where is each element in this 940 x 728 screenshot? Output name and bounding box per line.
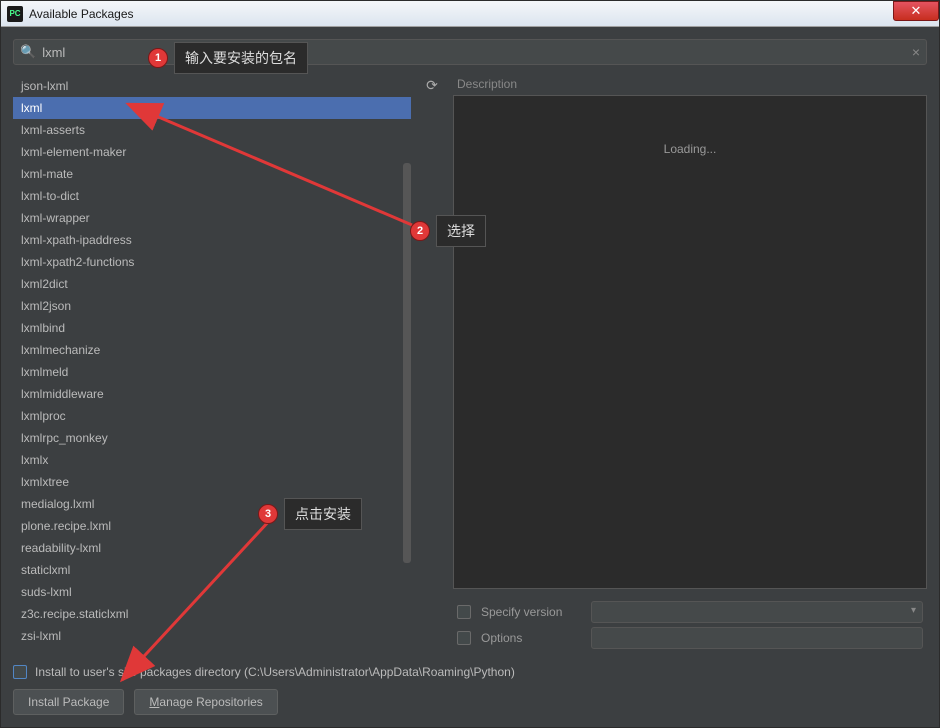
- search-icon: 🔍: [20, 44, 36, 60]
- scrollbar[interactable]: [403, 163, 411, 635]
- package-item[interactable]: lxmlx: [13, 449, 411, 471]
- package-item[interactable]: lxmlrpc_monkey: [13, 427, 411, 449]
- package-list[interactable]: json-lxmllxmllxml-assertslxml-element-ma…: [13, 75, 411, 651]
- clear-search-icon[interactable]: ×: [912, 44, 920, 60]
- package-item[interactable]: json-lxml: [13, 75, 411, 97]
- description-pane: Description Loading... Specify version ▾: [453, 75, 927, 651]
- chevron-down-icon: ▾: [911, 605, 916, 616]
- install-user-checkbox[interactable]: [13, 665, 27, 679]
- manage-rest: anage Repositories: [159, 695, 262, 709]
- search-input[interactable]: [42, 45, 912, 60]
- package-item[interactable]: suds-lxml: [13, 581, 411, 603]
- package-item[interactable]: medialog.lxml: [13, 493, 411, 515]
- package-item[interactable]: lxmlmechanize: [13, 339, 411, 361]
- package-item[interactable]: lxml-mate: [13, 163, 411, 185]
- package-item[interactable]: lxml-element-maker: [13, 141, 411, 163]
- description-header: Description: [453, 75, 927, 95]
- refresh-icon[interactable]: ⟳: [421, 77, 443, 94]
- package-item[interactable]: lxml-asserts: [13, 119, 411, 141]
- scrollbar-thumb[interactable]: [403, 163, 411, 563]
- install-package-button[interactable]: Install Package: [13, 689, 124, 715]
- specify-version-checkbox[interactable]: [457, 605, 471, 619]
- version-dropdown[interactable]: ▾: [591, 601, 923, 623]
- search-row: 🔍 ×: [13, 39, 927, 65]
- specify-version-label: Specify version: [481, 605, 581, 619]
- close-icon: ✕: [911, 3, 922, 19]
- package-item[interactable]: lxml-xpath2-functions: [13, 251, 411, 273]
- package-item[interactable]: lxml: [13, 97, 411, 119]
- package-item[interactable]: lxml-wrapper: [13, 207, 411, 229]
- package-item[interactable]: readability-lxml: [13, 537, 411, 559]
- description-box: Loading...: [453, 95, 927, 589]
- options-input[interactable]: [591, 627, 923, 649]
- package-item[interactable]: lxml-to-dict: [13, 185, 411, 207]
- package-item[interactable]: zsi-lxml: [13, 625, 411, 647]
- window-title: Available Packages: [29, 7, 134, 21]
- package-item[interactable]: lxmlbind: [13, 317, 411, 339]
- install-user-label: Install to user's site packages director…: [35, 665, 515, 679]
- package-item[interactable]: lxml2dict: [13, 273, 411, 295]
- package-list-pane: json-lxmllxmllxml-assertslxml-element-ma…: [13, 75, 411, 651]
- loading-text: Loading...: [664, 142, 717, 156]
- package-item[interactable]: lxmlproc: [13, 405, 411, 427]
- package-item[interactable]: lxml2json: [13, 295, 411, 317]
- options-checkbox[interactable]: [457, 631, 471, 645]
- package-item[interactable]: lxmlmiddleware: [13, 383, 411, 405]
- close-button[interactable]: ✕: [893, 1, 939, 21]
- package-item[interactable]: plone.recipe.lxml: [13, 515, 411, 537]
- titlebar: PC Available Packages ✕: [1, 1, 939, 27]
- package-item[interactable]: lxml-xpath-ipaddress: [13, 229, 411, 251]
- manage-repositories-button[interactable]: Manage Repositories: [134, 689, 277, 715]
- app-icon: PC: [7, 6, 23, 22]
- options-label: Options: [481, 631, 581, 645]
- manage-key: M: [149, 695, 159, 709]
- package-item[interactable]: lxmlxtree: [13, 471, 411, 493]
- package-item[interactable]: z3c.recipe.staticlxml: [13, 603, 411, 625]
- package-item[interactable]: staticlxml: [13, 559, 411, 581]
- package-item[interactable]: lxmlmeld: [13, 361, 411, 383]
